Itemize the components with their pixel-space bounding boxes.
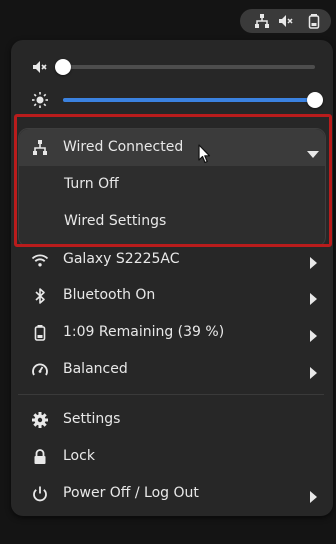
chevron-right-icon	[310, 290, 318, 305]
volume-slider-handle[interactable]	[55, 59, 71, 75]
sun-icon	[31, 91, 49, 109]
network-wired-icon	[254, 13, 270, 29]
power-mode-icon	[31, 361, 49, 379]
quick-settings-menu: Wired Connected Turn Off Wired Settings …	[11, 40, 333, 516]
top-bar	[0, 0, 336, 40]
speaker-muted-icon[interactable]	[31, 58, 49, 76]
chevron-right-icon	[310, 364, 318, 379]
power-mode-menu-item[interactable]: Balanced	[18, 351, 324, 388]
power-icon	[31, 485, 49, 503]
power-mode-label: Balanced	[63, 361, 128, 377]
gear-icon	[31, 411, 49, 429]
wifi-icon	[31, 251, 49, 269]
system-status-indicator[interactable]	[240, 9, 331, 33]
audio-muted-icon	[278, 13, 294, 29]
mouse-pointer-icon	[198, 144, 212, 164]
battery-icon	[306, 13, 322, 29]
power-off-label: Power Off / Log Out	[63, 485, 199, 501]
settings-menu-item[interactable]: Settings	[18, 401, 324, 438]
bluetooth-icon	[31, 287, 49, 305]
lock-icon	[31, 448, 49, 466]
brightness-slider-row	[11, 85, 333, 115]
brightness-slider-handle[interactable]	[307, 92, 323, 108]
chevron-right-icon	[310, 254, 318, 269]
chevron-right-icon	[310, 488, 318, 503]
menu-divider	[18, 394, 324, 395]
bluetooth-label: Bluetooth On	[63, 287, 156, 303]
battery-icon	[31, 324, 49, 342]
brightness-slider-fill	[63, 98, 315, 102]
power-off-menu-item[interactable]: Power Off / Log Out	[18, 475, 324, 512]
annotation-highlight-box	[14, 114, 332, 247]
volume-slider[interactable]	[55, 59, 315, 75]
lock-label: Lock	[63, 448, 95, 464]
battery-menu-item[interactable]: 1:09 Remaining (39 %)	[18, 314, 324, 351]
battery-label: 1:09 Remaining (39 %)	[63, 324, 225, 340]
brightness-slider[interactable]	[63, 92, 323, 108]
bluetooth-menu-item[interactable]: Bluetooth On	[18, 277, 324, 314]
chevron-right-icon	[310, 327, 318, 342]
volume-slider-row	[11, 52, 333, 82]
settings-label: Settings	[63, 411, 121, 427]
lock-menu-item[interactable]: Lock	[18, 438, 324, 475]
